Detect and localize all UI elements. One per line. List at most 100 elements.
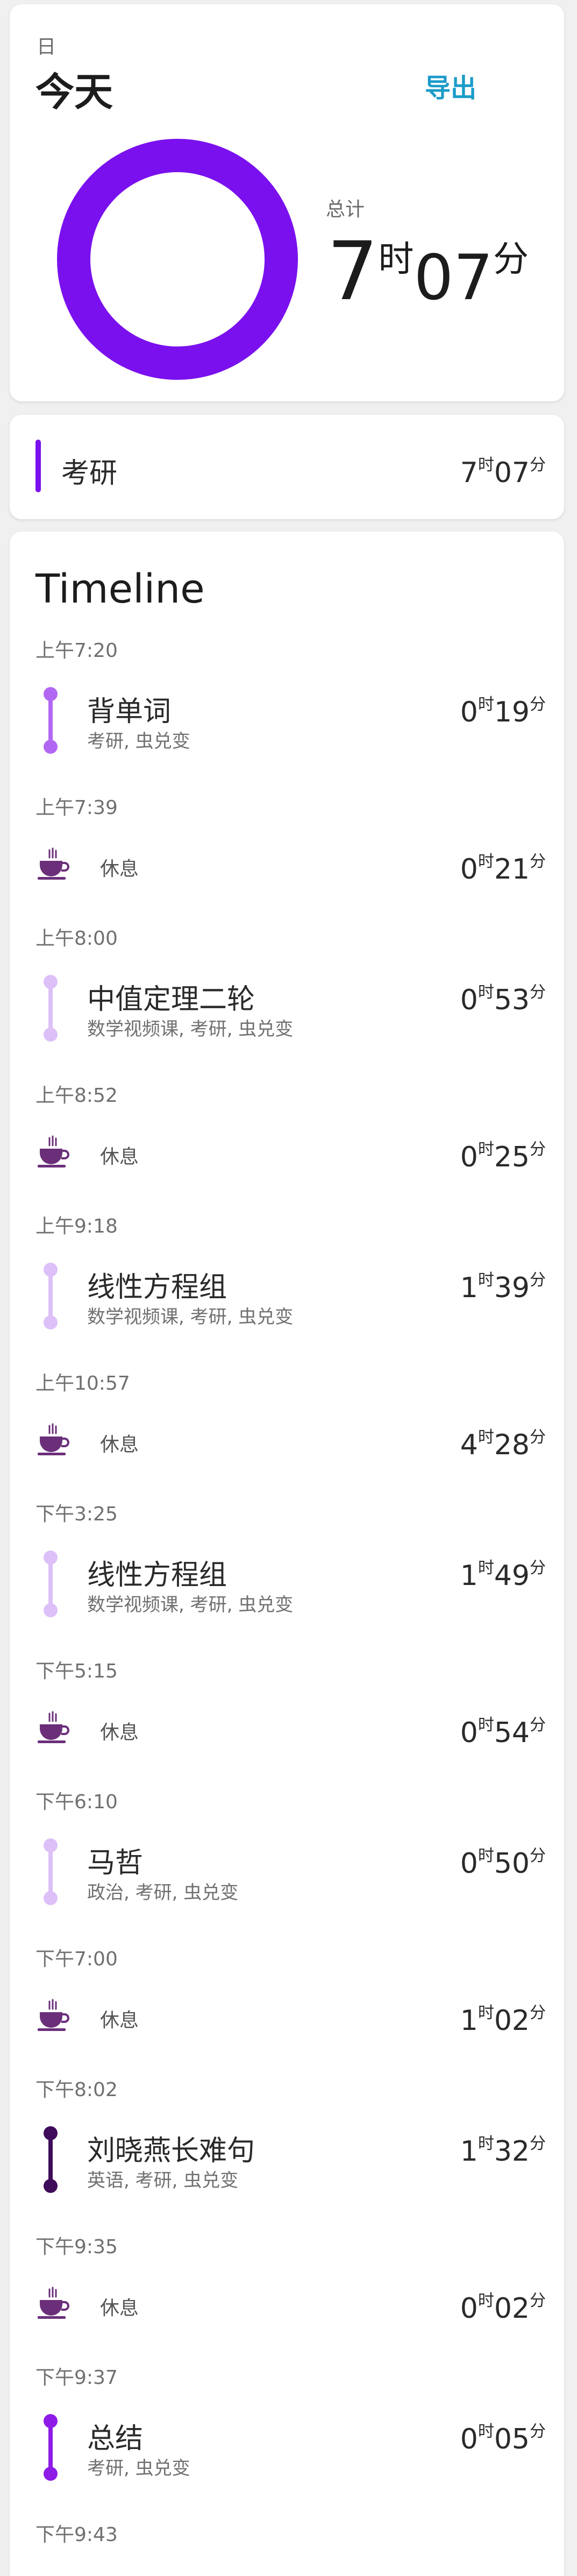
- timeline-title: Timeline: [35, 566, 205, 612]
- hour-unit: 时: [478, 1846, 494, 1865]
- export-button[interactable]: 导出: [425, 67, 476, 104]
- entry-hours: 1: [460, 1272, 478, 1304]
- segment-start-dot: [44, 687, 58, 701]
- hour-unit: 时: [478, 2291, 494, 2310]
- activity-color-segment: [44, 1838, 58, 1905]
- segment-start-dot: [44, 2126, 58, 2140]
- segment-start-dot: [44, 1263, 58, 1277]
- entry-duration: 0时02分: [460, 2287, 546, 2325]
- timeline-card: Timeline 上午7:20 背单词 考研, 虫兑变 0时19分 上午7:39 休息 0时…: [10, 532, 564, 2576]
- activity-tags: 考研, 虫兑变: [87, 2458, 190, 2479]
- activity-color-segment: [44, 975, 58, 1042]
- activity-name: 背单词: [87, 696, 172, 728]
- segment-end-dot: [44, 1315, 58, 1329]
- entry-hours: 0: [460, 2423, 478, 2455]
- activity-name: 总结: [87, 2423, 144, 2455]
- entry-minutes: 54: [494, 1717, 530, 1749]
- category-card[interactable]: 考研 7时07分: [10, 415, 564, 519]
- hour-unit: 时: [478, 1559, 494, 1577]
- day-title: 今天: [35, 69, 113, 115]
- segment-start-dot: [44, 1838, 58, 1852]
- entry-start-time: 下午5:15: [35, 1660, 118, 1682]
- segment-end-dot: [44, 1891, 58, 1905]
- segment-start-dot: [44, 975, 58, 989]
- minute-unit: 分: [530, 695, 546, 714]
- activity-name: 线性方程组: [87, 1559, 227, 1591]
- hour-unit: 时: [478, 1271, 494, 1290]
- entry-start-time: 上午7:20: [35, 640, 118, 662]
- entry-minutes: 25: [494, 1141, 530, 1173]
- entry-hours: 0: [460, 1141, 478, 1173]
- activity-name: 中值定理二轮: [87, 983, 255, 1016]
- period-label: 日: [37, 36, 56, 58]
- activity-tags: 英语, 考研, 虫兑变: [87, 2170, 239, 2191]
- activity-name: 刘晓燕长难句: [87, 2135, 255, 2167]
- total-donut-chart: [57, 139, 298, 380]
- entry-hours: 1: [460, 2005, 478, 2037]
- entry-start-time: 上午8:00: [35, 928, 118, 950]
- entry-hours: 0: [460, 2292, 478, 2325]
- activity-color-segment: [44, 1551, 58, 1617]
- activity-tags: 数学视频课, 考研, 虫兑变: [87, 1018, 294, 1040]
- activity-tags: 数学视频课, 考研, 虫兑变: [87, 1306, 294, 1328]
- entry-minutes: 28: [494, 1429, 530, 1461]
- summary-card: 日 今天 导出 总计 7时07分: [10, 4, 564, 401]
- entry-duration: 0时05分: [460, 2418, 546, 2455]
- entry-hours: 1: [460, 2135, 478, 2168]
- segment-end-dot: [44, 2179, 58, 2193]
- entry-minutes: 02: [494, 2292, 530, 2325]
- entry-hours: 0: [460, 1848, 478, 1880]
- segment-end-dot: [44, 2467, 58, 2481]
- entry-start-time: 下午3:25: [35, 1503, 118, 1525]
- activity-color-segment: [44, 1263, 58, 1329]
- entry-start-time: 下午9:35: [35, 2236, 118, 2258]
- entry-start-time: 上午10:57: [35, 1372, 130, 1395]
- hour-unit: 时: [478, 695, 494, 714]
- category-duration: 7时07分: [460, 451, 546, 489]
- minute-unit: 分: [530, 2291, 546, 2310]
- donut-ring: [57, 139, 298, 380]
- entry-hours: 0: [460, 1717, 478, 1749]
- entry-duration: 0时21分: [460, 848, 546, 886]
- entry-start-time: 上午7:39: [35, 797, 118, 819]
- coffee-cup-icon: [38, 1999, 69, 2031]
- entry-hours: 0: [460, 696, 478, 728]
- minute-unit: 分: [530, 2422, 546, 2441]
- entry-start-time: 下午6:10: [35, 1791, 118, 1813]
- break-label: 休息: [100, 858, 139, 880]
- entry-minutes: 05: [494, 2423, 530, 2455]
- category-hours: 7: [460, 457, 478, 489]
- coffee-cup-icon: [38, 2287, 69, 2319]
- hour-unit: 时: [478, 2422, 494, 2441]
- activity-color-segment: [44, 2126, 58, 2193]
- hour-unit: 时: [478, 1428, 494, 1447]
- entry-minutes: 53: [494, 984, 530, 1016]
- entry-minutes: 39: [494, 1272, 530, 1304]
- minute-unit: 分: [530, 983, 546, 1002]
- hour-unit: 时: [478, 2134, 494, 2153]
- minute-unit: 分: [530, 1428, 546, 1447]
- minute-unit: 分: [530, 456, 546, 475]
- minute-unit: 分: [530, 2004, 546, 2022]
- hour-unit: 时: [478, 1140, 494, 1159]
- entry-start-time: 上午8:52: [35, 1085, 118, 1107]
- hour-unit: 时: [478, 456, 494, 475]
- activity-tags: 考研, 虫兑变: [87, 731, 190, 752]
- segment-start-dot: [44, 1551, 58, 1565]
- minute-unit: 分: [530, 1140, 546, 1159]
- break-label: 休息: [100, 2009, 139, 2032]
- category-name: 考研: [61, 457, 118, 490]
- entry-minutes: 50: [494, 1848, 530, 1880]
- minute-unit: 分: [530, 2134, 546, 2153]
- entry-minutes: 02: [494, 2005, 530, 2037]
- minute-unit: 分: [530, 1716, 546, 1735]
- hour-unit: 时: [378, 238, 414, 280]
- entry-duration: 1时39分: [460, 1266, 546, 1304]
- entry-duration: 0时25分: [460, 1136, 546, 1173]
- entry-start-time: 上午9:18: [35, 1215, 118, 1237]
- activity-name: 马哲: [87, 1847, 144, 1879]
- coffee-cup-icon: [38, 847, 69, 880]
- category-color-bar: [35, 440, 41, 492]
- total-value: 7时07分: [327, 230, 529, 314]
- entry-hours: 4: [460, 1429, 478, 1461]
